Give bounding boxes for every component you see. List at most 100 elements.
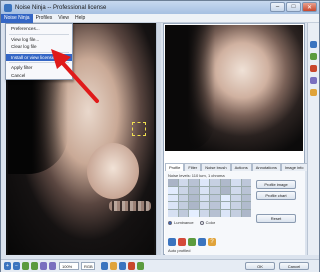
reset-button[interactable]: Reset (256, 214, 296, 223)
profile-refresh-icon[interactable] (188, 238, 196, 246)
zoom-tool-icon[interactable] (310, 53, 317, 60)
grid-cell[interactable] (168, 186, 178, 194)
histogram-icon[interactable] (128, 262, 135, 270)
grid-cell[interactable] (189, 186, 199, 194)
grid-cell[interactable] (189, 179, 199, 186)
tab-image-info[interactable]: Image info (280, 163, 308, 171)
menu-item-view-log[interactable]: View log file... (6, 36, 72, 44)
tab-actions[interactable]: Actions (230, 163, 252, 171)
app-window: Noise Ninja -- Professional license – □ … (0, 0, 320, 272)
grid-cell[interactable] (168, 202, 178, 210)
profile-pane: Noise levels: 110 lum, 1 chroma Profile … (165, 171, 305, 255)
grid-cell[interactable] (178, 179, 188, 186)
sample-selection-box[interactable] (132, 122, 146, 136)
help-icon[interactable]: ? (208, 238, 216, 246)
hand-tool-icon[interactable] (310, 41, 317, 48)
grid-cell[interactable] (199, 210, 209, 217)
actual-size-icon[interactable] (31, 262, 38, 270)
ok-button[interactable]: OK (245, 262, 275, 270)
grid-cell[interactable] (210, 210, 220, 217)
menu-help[interactable]: Help (72, 14, 88, 23)
menu-divider (9, 51, 69, 53)
menu-item-preferences[interactable]: Preferences... (6, 25, 72, 33)
zoom-out-icon[interactable]: − (13, 262, 20, 270)
menu-item-cancel[interactable]: Cancel (6, 72, 72, 80)
grid-cell[interactable] (231, 194, 241, 202)
app-icon (4, 3, 12, 12)
grid-cell[interactable] (199, 202, 209, 210)
save-icon[interactable] (110, 262, 117, 270)
grid-cell[interactable] (168, 194, 178, 202)
grid-cell[interactable] (210, 194, 220, 202)
preview-panel: Profile Filter Noise brush Actions Annot… (163, 23, 308, 255)
print-icon[interactable] (119, 262, 126, 270)
grid-cell[interactable] (210, 202, 220, 210)
fit-icon[interactable] (22, 262, 29, 270)
grid-cell[interactable] (168, 179, 178, 186)
grid-cell[interactable] (220, 194, 230, 202)
chart-icon[interactable] (137, 262, 144, 270)
split-view-icon[interactable] (40, 262, 47, 270)
grid-cell[interactable] (241, 194, 251, 202)
status-bar: + − 100% RGB OK Cancel (1, 259, 319, 272)
grid-cell[interactable] (241, 202, 251, 210)
menu-noise-ninja[interactable]: Noise Ninja (1, 13, 33, 23)
tab-filter[interactable]: Filter (184, 163, 202, 171)
grid-cell[interactable] (220, 179, 230, 186)
open-icon[interactable] (101, 262, 108, 270)
profile-chart-button[interactable]: Profile chart (256, 191, 296, 200)
profile-save-icon[interactable] (198, 238, 206, 246)
grid-cell[interactable] (168, 210, 178, 217)
title-bar: Noise Ninja -- Professional license – □ … (1, 1, 319, 14)
grid-cell[interactable] (199, 179, 209, 186)
tab-annotations[interactable]: Annotations (251, 163, 281, 171)
zoom-in-icon[interactable]: + (4, 262, 11, 270)
color-radio[interactable]: Color (199, 220, 215, 225)
grid-cell[interactable] (189, 194, 199, 202)
compare-icon[interactable] (49, 262, 56, 270)
grid-cell[interactable] (241, 210, 251, 217)
grid-cell[interactable] (199, 186, 209, 194)
mode-field[interactable]: RGB (81, 262, 95, 270)
grid-cell[interactable] (199, 194, 209, 202)
grid-cell[interactable] (178, 210, 188, 217)
grid-cell[interactable] (231, 210, 241, 217)
menu-profiles[interactable]: Profiles (33, 14, 56, 23)
menu-item-clear-log[interactable]: Clear log file (6, 43, 72, 51)
grid-cell[interactable] (210, 179, 220, 186)
profile-delete-icon[interactable] (178, 238, 186, 246)
minimize-button[interactable]: – (270, 2, 285, 12)
maximize-button[interactable]: □ (286, 2, 301, 12)
menu-item-install-license[interactable]: Install or view license... (6, 53, 72, 61)
grid-cell[interactable] (178, 202, 188, 210)
grid-cell[interactable] (178, 194, 188, 202)
brush-tool-icon[interactable] (310, 65, 317, 72)
vertical-scrollbar[interactable] (156, 23, 161, 255)
select-tool-icon[interactable] (310, 89, 317, 96)
grid-cell[interactable] (231, 186, 241, 194)
grid-cell[interactable] (220, 210, 230, 217)
grid-cell[interactable] (210, 186, 220, 194)
grid-cell[interactable] (241, 186, 251, 194)
grid-cell[interactable] (220, 186, 230, 194)
right-toolbar (307, 23, 319, 255)
grid-cell[interactable] (220, 202, 230, 210)
luminance-radio[interactable]: Luminance (168, 220, 194, 225)
profile-open-icon[interactable] (168, 238, 176, 246)
grid-cell[interactable] (231, 179, 241, 186)
grid-cell[interactable] (178, 186, 188, 194)
grid-cell[interactable] (189, 210, 199, 217)
close-button[interactable]: ✕ (302, 2, 317, 12)
tab-profile[interactable]: Profile (165, 163, 185, 171)
noise-profile-grid[interactable] (168, 179, 251, 217)
grid-cell[interactable] (189, 202, 199, 210)
tab-noise-brush[interactable]: Noise brush (201, 163, 231, 171)
menu-item-apply-filter[interactable]: Apply filter (6, 64, 72, 72)
grid-cell[interactable] (241, 179, 251, 186)
profile-image-button[interactable]: Profile image (256, 180, 296, 189)
eyedropper-tool-icon[interactable] (310, 77, 317, 84)
menu-view[interactable]: View (55, 14, 72, 23)
grid-cell[interactable] (231, 202, 241, 210)
zoom-field[interactable]: 100% (59, 262, 79, 270)
cancel-button[interactable]: Cancel (279, 262, 309, 270)
